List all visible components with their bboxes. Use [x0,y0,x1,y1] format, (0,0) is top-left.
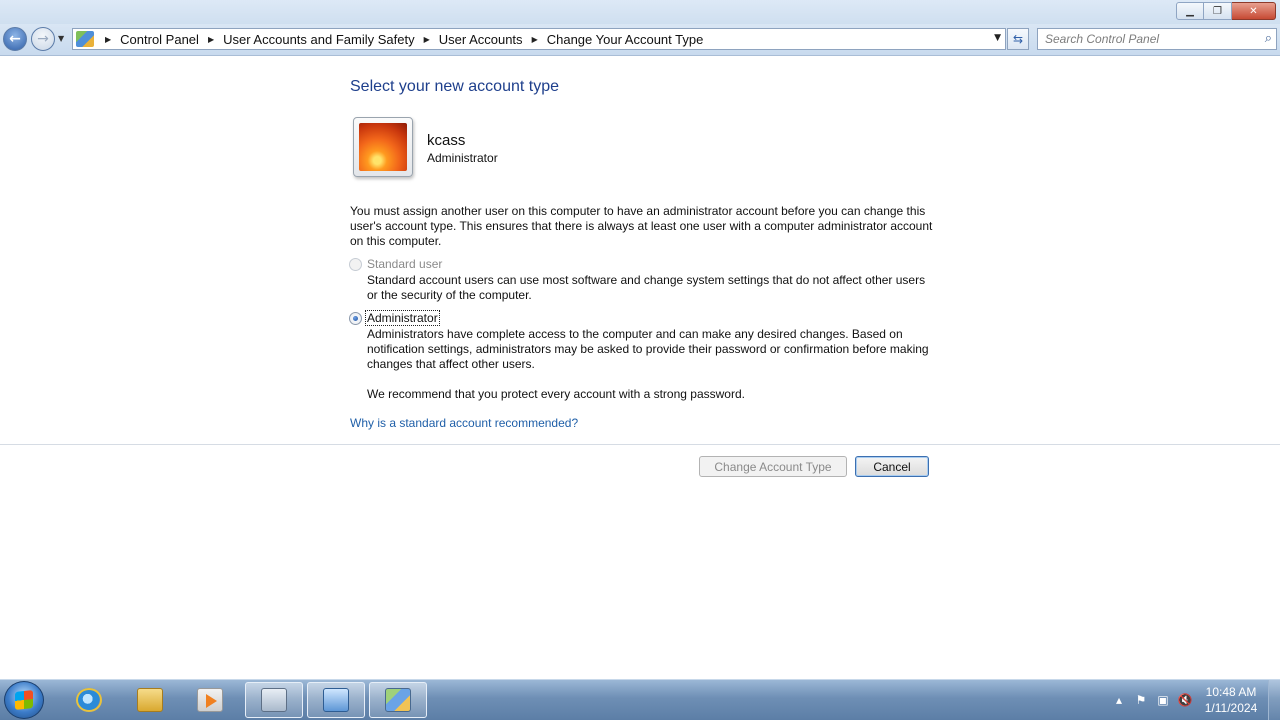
taskbar-remote-desktop[interactable] [307,682,365,718]
page-title: Select your new account type [350,78,560,95]
standard-user-description: Standard account users can use most soft… [367,273,926,302]
standard-user-option: Standard user [349,257,443,271]
title-bar: ▁ ❐ ✕ [0,0,1280,24]
restore-icon: ❐ [1213,5,1222,17]
breadcrumb-separator-icon[interactable]: ▶ [424,35,430,44]
user-avatar [353,117,413,177]
show-desktop-button[interactable] [1268,680,1280,720]
volume-muted-icon[interactable]: 🔇 [1174,689,1196,711]
keyboard-icon [261,688,287,712]
recent-pages-dropdown[interactable]: ▼ [58,34,64,43]
address-bar[interactable]: ▶ Control Panel ▶ User Accounts and Fami… [72,28,1006,50]
administrator-radio[interactable] [349,311,362,325]
clock-date: 1/11/2024 [1204,701,1258,715]
breadcrumb-control-panel[interactable]: Control Panel [120,32,199,47]
refresh-icon: ⇆ [1012,32,1024,46]
change-account-type-button[interactable]: Change Account Type [699,456,847,477]
breadcrumb-separator-icon[interactable]: ▶ [105,35,111,44]
administrator-option[interactable]: Administrator [349,310,440,326]
breadcrumb-separator-icon[interactable]: ▶ [532,35,538,44]
user-name: kcass [427,132,466,149]
forward-button[interactable]: → [31,27,55,51]
user-account-type: Administrator [427,151,498,165]
standard-user-label: Standard user [367,257,443,271]
address-dropdown-icon[interactable]: ▼ [994,33,1001,43]
forward-arrow-icon: → [37,31,49,47]
taskbar-internet-explorer[interactable] [60,682,118,718]
breadcrumb-separator-icon[interactable]: ▶ [208,35,214,44]
show-hidden-icons-icon[interactable]: ▴ [1108,689,1130,711]
breadcrumb-user-accounts-family-safety[interactable]: User Accounts and Family Safety [223,32,414,47]
main-content: Select your new account type kcass Admin… [0,57,1280,679]
control-panel-window-icon [385,688,411,712]
remote-desktop-icon [323,688,349,712]
internet-explorer-icon [76,688,102,712]
breadcrumb-user-accounts[interactable]: User Accounts [439,32,523,47]
taskbar-media-player[interactable] [181,682,239,718]
taskbar-windows-explorer[interactable] [121,682,179,718]
flower-picture-icon [359,123,407,171]
radio-selected-dot [353,315,358,321]
media-player-icon [197,688,223,712]
minimize-button[interactable]: ▁ [1176,2,1204,20]
back-button[interactable]: ← [3,27,27,51]
taskbar-on-screen-keyboard[interactable] [245,682,303,718]
control-panel-icon [76,31,94,47]
administrator-label[interactable]: Administrator [365,310,440,326]
refresh-button[interactable]: ⇆ [1007,28,1029,50]
breadcrumb-change-account-type[interactable]: Change Your Account Type [547,32,704,47]
action-center-flag-icon[interactable]: ⚑ [1130,689,1152,711]
administrator-description: Administrators have complete access to t… [367,327,929,371]
search-input[interactable] [1045,30,1255,48]
search-box[interactable]: ⌕ [1037,28,1277,50]
minimize-icon: ▁ [1186,5,1194,17]
navigation-bar: ← → ▼ ▶ Control Panel ▶ User Accounts an… [0,24,1280,56]
standard-account-help-link[interactable]: Why is a standard account recommended? [350,416,578,430]
cancel-button[interactable]: Cancel [855,456,929,477]
network-icon[interactable]: ▣ [1152,689,1174,711]
maximize-button[interactable]: ❐ [1204,2,1232,20]
start-button[interactable] [4,681,44,719]
taskbar-control-panel[interactable] [369,682,427,718]
back-arrow-icon: ← [9,31,21,47]
window-controls: ▁ ❐ ✕ [1176,2,1276,20]
taskbar: ▴ ⚑ ▣ 🔇 10:48 AM 1/11/2024 [0,679,1280,720]
close-icon: ✕ [1249,5,1258,17]
search-icon[interactable]: ⌕ [1265,31,1272,46]
close-button[interactable]: ✕ [1232,2,1276,20]
folder-icon [137,688,163,712]
admin-requirement-notice: You must assign another user on this com… [350,204,933,248]
clock-time: 10:48 AM [1205,685,1257,699]
password-recommendation: We recommend that you protect every acco… [367,387,745,401]
clock[interactable]: 10:48 AM 1/11/2024 [1196,684,1266,716]
divider [0,444,1280,445]
system-tray: ▴ ⚑ ▣ 🔇 10:48 AM 1/11/2024 [1108,680,1280,720]
standard-user-radio [349,257,362,271]
windows-logo-icon [15,690,33,710]
